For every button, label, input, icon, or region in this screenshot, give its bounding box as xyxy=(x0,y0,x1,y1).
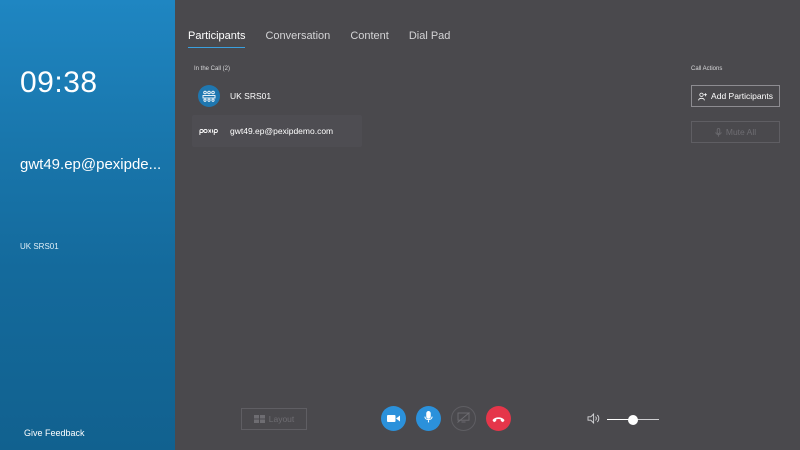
share-screen-button[interactable] xyxy=(451,406,476,431)
screen-share-off-icon xyxy=(457,410,470,428)
phone-hangup-icon xyxy=(492,410,505,428)
layout-label: Layout xyxy=(268,414,295,424)
mute-all-label: Mute All xyxy=(725,127,757,137)
tab-conversation[interactable]: Conversation xyxy=(265,30,330,48)
tab-dial-pad[interactable]: Dial Pad xyxy=(409,30,451,48)
speaker-volume-icon[interactable] xyxy=(587,413,600,424)
volume-slider[interactable] xyxy=(607,415,659,425)
participant-row[interactable]: gwt49.ep@pexipdemo.com xyxy=(192,115,362,147)
call-actions-heading: Call Actions xyxy=(691,66,723,72)
hang-up-button[interactable] xyxy=(486,406,511,431)
mute-all-button[interactable]: Mute All xyxy=(691,121,780,143)
pexip-logo-icon xyxy=(198,120,220,142)
layout-grid-icon xyxy=(253,415,265,423)
layout-button[interactable]: Layout xyxy=(241,408,307,430)
call-time: 09:38 xyxy=(20,66,98,99)
room-icon xyxy=(198,85,220,107)
video-toggle-button[interactable] xyxy=(381,406,406,431)
add-user-icon xyxy=(698,92,707,101)
conference-name: UK SRS01 xyxy=(20,242,59,251)
give-feedback-link[interactable]: Give Feedback xyxy=(24,428,85,438)
remote-participant-name: gwt49.ep@pexipde... xyxy=(20,156,162,173)
participant-name: UK SRS01 xyxy=(230,91,272,101)
microphone-icon xyxy=(715,127,722,137)
main-panel: Participants Conversation Content Dial P… xyxy=(175,0,800,450)
microphone-icon xyxy=(424,410,433,428)
add-participants-label: Add Participants xyxy=(711,91,773,101)
add-participants-button[interactable]: Add Participants xyxy=(691,85,780,107)
tab-participants[interactable]: Participants xyxy=(188,30,246,48)
tab-bar: Participants Conversation Content Dial P… xyxy=(188,30,470,48)
microphone-toggle-button[interactable] xyxy=(416,406,441,431)
participant-row[interactable]: UK SRS01 xyxy=(192,80,342,112)
in-call-heading: In the Call (2) xyxy=(194,66,231,72)
participant-name: gwt49.ep@pexipdemo.com xyxy=(230,126,334,136)
video-camera-icon xyxy=(387,410,400,428)
tab-content[interactable]: Content xyxy=(350,30,389,48)
call-info-sidebar: 09:38 gwt49.ep@pexipde... UK SRS01 Give … xyxy=(0,0,175,450)
volume-slider-handle[interactable] xyxy=(628,415,638,425)
